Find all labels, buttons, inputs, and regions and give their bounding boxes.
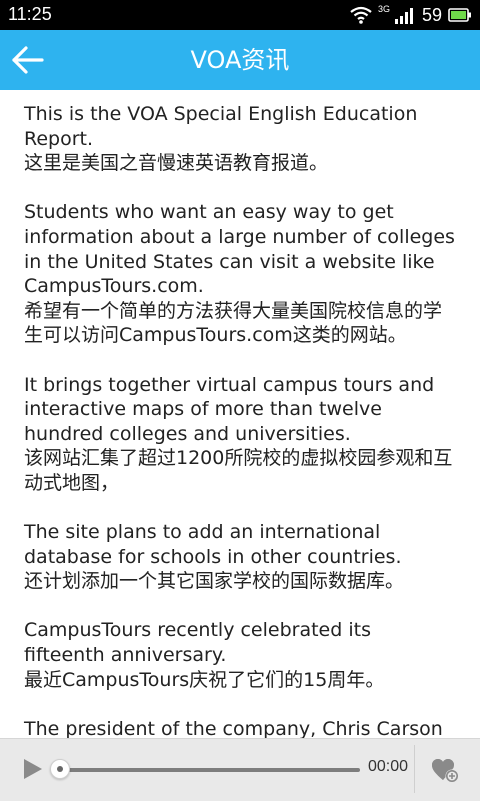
article-paragraph: It brings together virtual campus tours … <box>0 373 480 496</box>
paragraph-chinese: 希望有一个简单的方法获得大量美国院校信息的学生可以访问CampusTours.c… <box>24 299 443 347</box>
paragraph-chinese: 还计划添加一个其它国家学校的国际数据库。 <box>24 570 405 593</box>
paragraph-english: CampusTours recently celebrated its fift… <box>24 619 371 667</box>
status-bar: 11:25 3G 59 <box>0 0 480 30</box>
article-paragraph: The president of the company, Chris Cars… <box>0 717 480 738</box>
battery-percent: 59 <box>421 4 442 25</box>
playback-time: 00:00 <box>368 758 409 775</box>
paragraph-chinese: 该网站汇集了超过1200所院校的虚拟校园参观和互动式地图， <box>24 447 453 494</box>
status-icons: 3G 59 <box>350 4 472 26</box>
paragraph-english: The site plans to add an international d… <box>24 521 402 568</box>
paragraph-english: Students who want an easy way to get inf… <box>24 201 455 298</box>
article-paragraph: CampusTours recently celebrated its fift… <box>0 618 480 692</box>
article-body: This is the VOA Special English Educatio… <box>0 90 480 738</box>
paragraph-chinese: 最近CampusTours庆祝了它们的15周年。 <box>24 668 385 691</box>
paragraph-english: The president of the company, Chris Cars… <box>24 717 443 738</box>
page-title: VOA资讯 <box>190 46 290 74</box>
progress-track[interactable] <box>60 768 360 772</box>
paragraph-english: This is the VOA Special English Educatio… <box>24 103 418 150</box>
article-paragraph: Students who want an easy way to get inf… <box>0 200 480 348</box>
progress-slider-handle[interactable] <box>50 759 70 779</box>
network-type: 3G <box>377 4 390 14</box>
heart-add-icon[interactable] <box>430 755 460 785</box>
article-content[interactable]: This is the VOA Special English Educatio… <box>0 90 480 738</box>
status-time: 11:25 <box>8 4 52 24</box>
audio-player: 00:00 <box>0 738 480 801</box>
article-paragraph: This is the VOA Special English Educatio… <box>0 102 480 176</box>
app-header: VOA资讯 <box>0 30 480 90</box>
divider <box>414 745 415 793</box>
paragraph-chinese: 这里是美国之音慢速英语教育报道。 <box>24 152 329 175</box>
paragraph-english: It brings together virtual campus tours … <box>24 373 435 445</box>
wifi-icon <box>350 6 372 24</box>
battery-icon <box>448 8 471 22</box>
article-paragraph: The site plans to add an international d… <box>0 520 480 594</box>
signal-icon <box>394 8 413 24</box>
play-icon[interactable] <box>18 755 46 783</box>
